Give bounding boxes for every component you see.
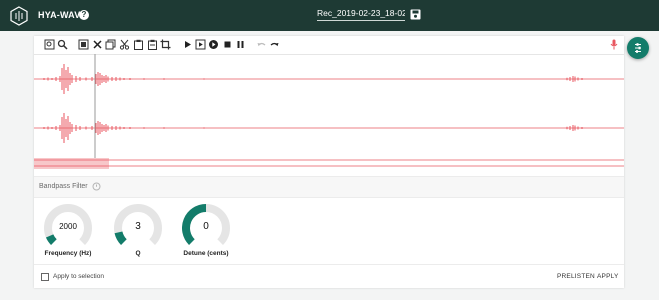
record-icon[interactable] <box>208 39 219 50</box>
crop-icon[interactable] <box>160 39 171 50</box>
zoom-icon[interactable] <box>57 39 68 50</box>
select-all-icon[interactable] <box>78 39 89 50</box>
cut-icon[interactable] <box>119 39 130 50</box>
frequency-knob[interactable]: 2000 <box>44 204 92 252</box>
copy-icon[interactable] <box>105 39 116 50</box>
settings-fab-button[interactable] <box>627 37 649 59</box>
redo-icon[interactable] <box>269 39 280 50</box>
editor-toolbar <box>34 36 624 55</box>
prelisten-button[interactable]: PRELISTEN <box>557 273 595 280</box>
filter-footer: Apply to selection PRELISTEN APPLY <box>34 264 624 289</box>
waveform-channel-1 <box>34 64 624 94</box>
paste-icon[interactable] <box>133 39 144 50</box>
detune-knob[interactable]: 0 <box>182 204 230 252</box>
apply-to-selection-label[interactable]: Apply to selection <box>53 273 104 280</box>
detune-value: 0 <box>203 221 209 232</box>
apply-button[interactable]: APPLY <box>597 273 618 280</box>
filter-header: Bandpass Filter <box>34 176 624 198</box>
pause-icon[interactable] <box>235 39 246 50</box>
floppy-disk-icon[interactable] <box>410 9 421 20</box>
q-label: Q <box>135 250 141 257</box>
filter-title: Bandpass Filter <box>39 183 88 190</box>
filename-input[interactable]: Rec_2019-02-23_18-02-6 <box>317 8 405 21</box>
q-knob[interactable]: 3 <box>114 204 162 252</box>
q-value: 3 <box>135 221 141 232</box>
waveform-channel-2 <box>34 113 624 143</box>
microphone-icon[interactable] <box>610 39 618 50</box>
editor-panel: Bandpass Filter 2000 Frequency (Hz) 3 Q … <box>34 36 624 288</box>
close-icon[interactable] <box>92 39 103 50</box>
play-icon[interactable] <box>182 39 193 50</box>
frequency-label: Frequency (Hz) <box>44 250 92 257</box>
stop-icon[interactable] <box>222 39 233 50</box>
play-selection-icon[interactable] <box>195 39 206 50</box>
waveform-canvas[interactable] <box>34 54 624 191</box>
top-bar: HYA-WAVE ? Rec_2019-02-23_18-02-6 <box>0 0 659 31</box>
undo-icon[interactable] <box>256 39 267 50</box>
paste-special-icon[interactable] <box>147 39 158 50</box>
frequency-value: 2000 <box>59 222 77 231</box>
zoom-fit-icon[interactable] <box>44 39 55 50</box>
question-icon[interactable]: ? <box>79 10 89 20</box>
hexagon-logo-icon <box>10 6 28 26</box>
detune-label: Detune (cents) <box>183 250 229 257</box>
apply-to-selection-checkbox[interactable] <box>41 273 49 281</box>
filter-icon[interactable] <box>92 182 101 191</box>
sliders-icon <box>635 43 641 53</box>
